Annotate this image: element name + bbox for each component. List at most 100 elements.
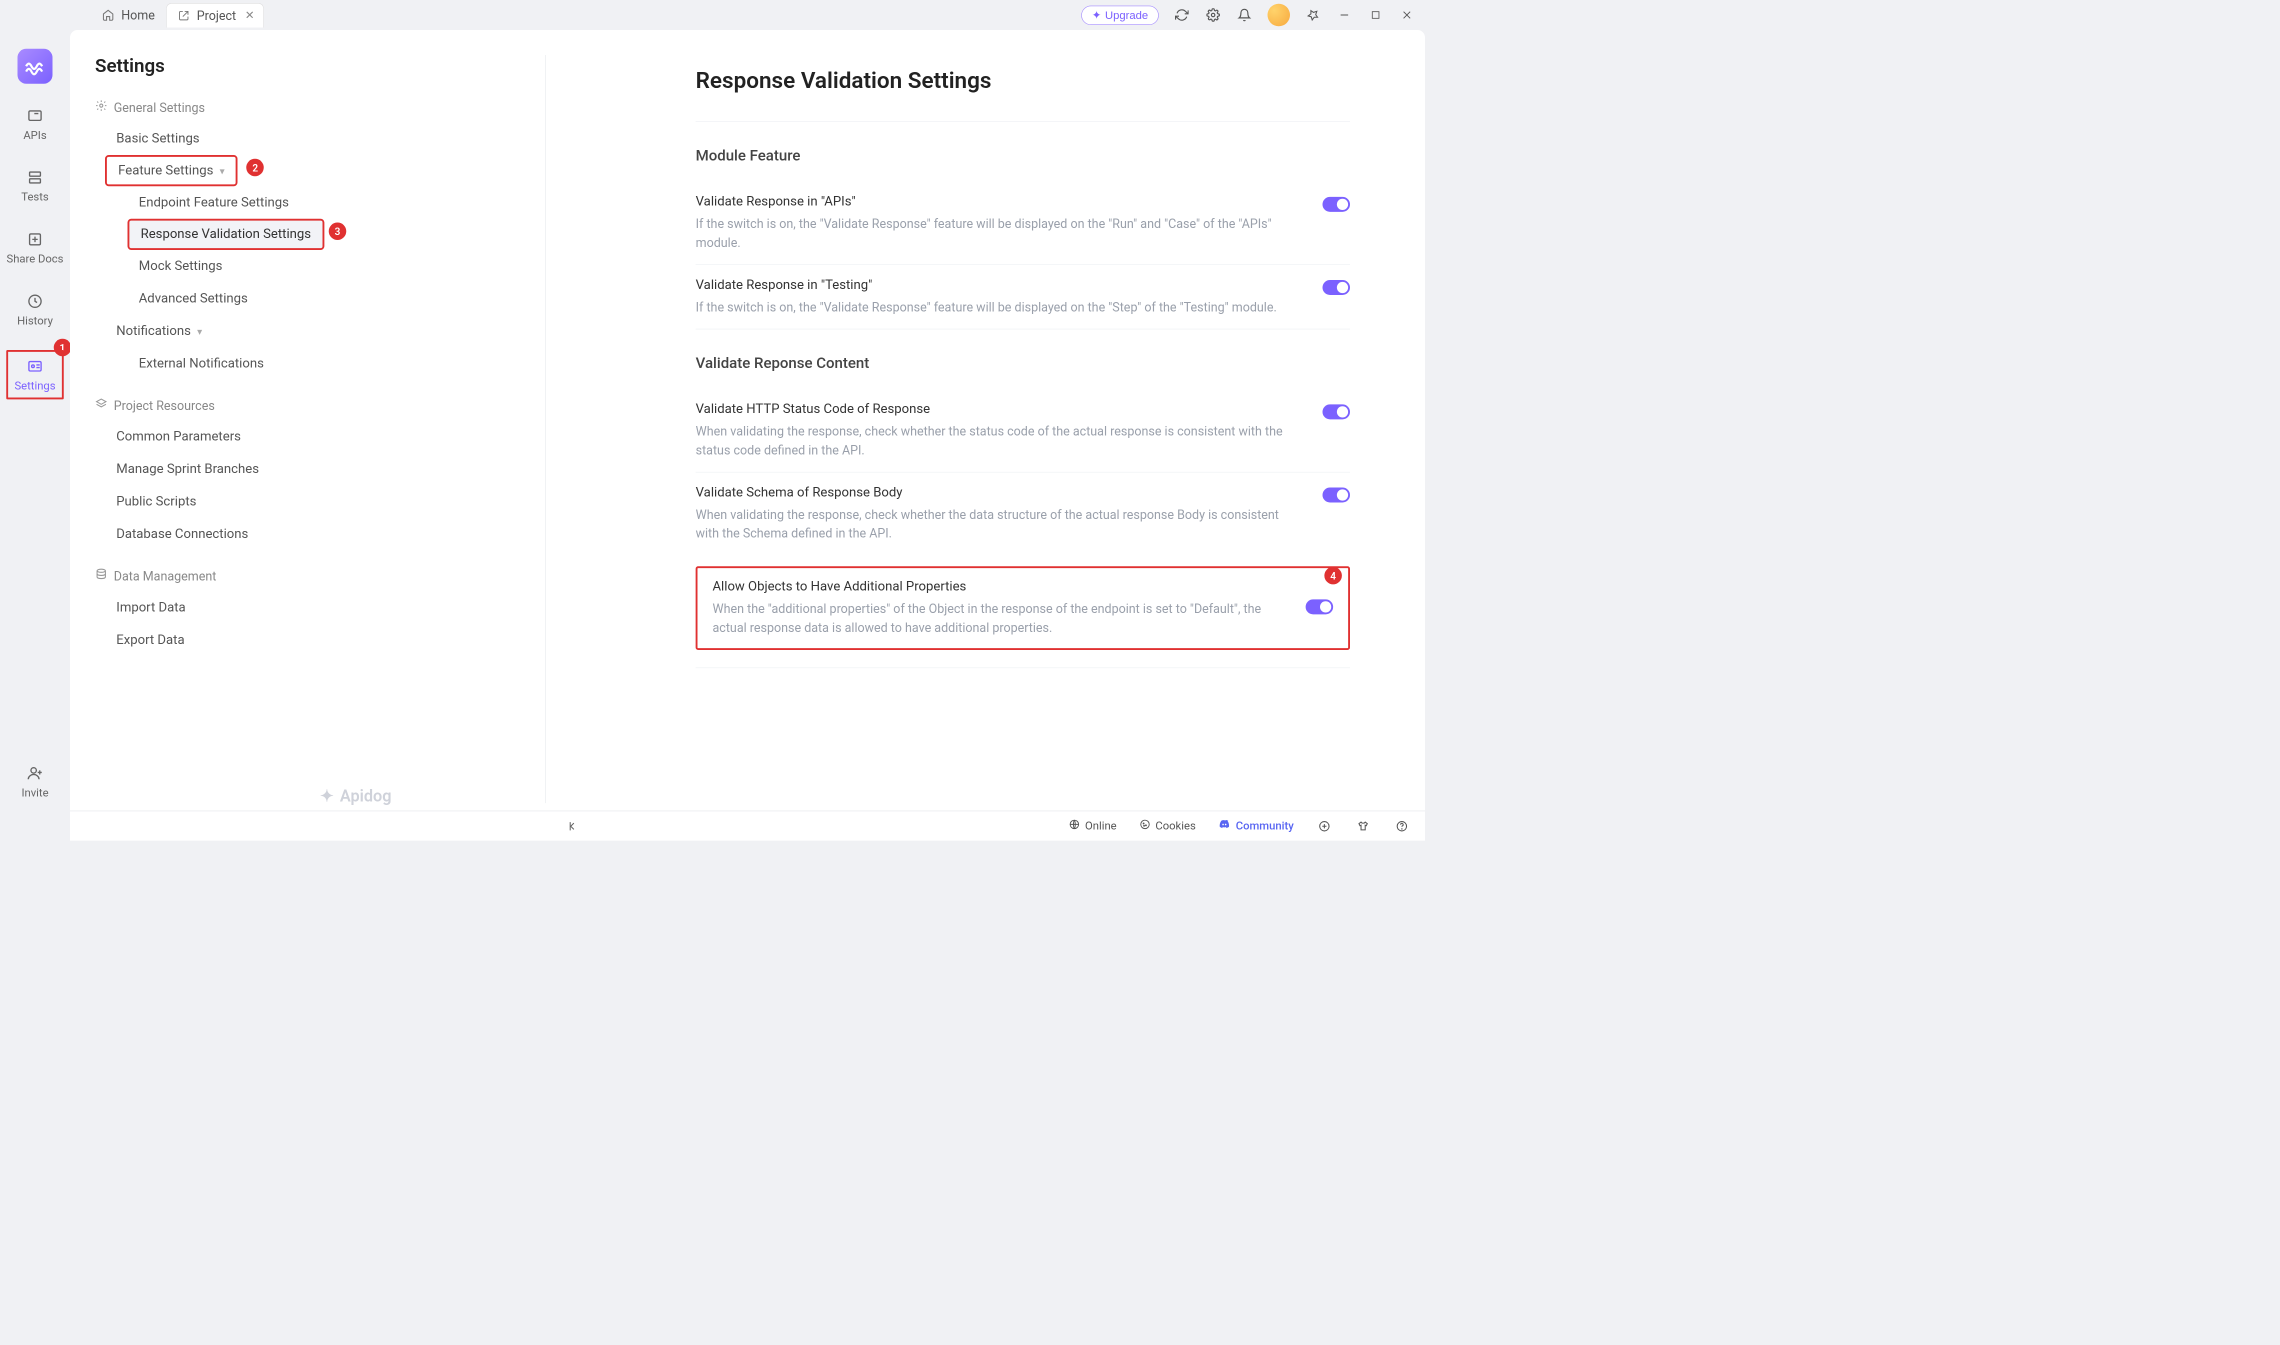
item-db-connections-label: Database Connections — [116, 527, 248, 542]
nav-tests[interactable]: Tests — [19, 164, 51, 207]
main-card: Settings General Settings Basic Settings… — [70, 30, 1425, 841]
pin-icon[interactable] — [1305, 7, 1321, 23]
settings-title: Settings — [95, 55, 545, 77]
item-sprint-branches[interactable]: Manage Sprint Branches — [95, 453, 545, 486]
badge-3: 3 — [329, 223, 347, 241]
status-online[interactable]: Online — [1069, 819, 1117, 833]
nav-history[interactable]: History — [15, 288, 56, 331]
section-general-label: General Settings — [114, 100, 205, 115]
topbar: Home Project ✕ ✦ Upgrade — [0, 0, 1425, 30]
upgrade-button[interactable]: ✦ Upgrade — [1081, 5, 1159, 24]
row-validate-testing-label: Validate Response in "Testing" — [696, 278, 1298, 293]
item-export-data-label: Export Data — [116, 633, 184, 648]
bell-icon[interactable] — [1236, 7, 1252, 23]
nav-settings-label: Settings — [14, 379, 55, 392]
statusbar: Online Cookies Community — [70, 811, 1425, 841]
row-allow-additional: Allow Objects to Have Additional Propert… — [713, 579, 1334, 637]
badge-4: 4 — [1324, 567, 1342, 585]
item-import-data-label: Import Data — [116, 600, 185, 615]
item-external-notifications-label: External Notifications — [139, 356, 264, 371]
item-export-data[interactable]: Export Data — [95, 624, 545, 657]
item-public-scripts[interactable]: Public Scripts — [95, 486, 545, 519]
help-icon[interactable] — [1394, 818, 1410, 834]
toggle-validate-schema[interactable] — [1323, 488, 1351, 503]
sparkle-icon: ✦ — [1092, 8, 1101, 21]
database-icon — [95, 568, 108, 584]
api-icon — [26, 106, 45, 125]
nav-invite[interactable]: Invite — [19, 760, 51, 803]
item-feature-label: Feature Settings — [118, 163, 213, 178]
item-db-connections[interactable]: Database Connections — [95, 518, 545, 551]
cookie-icon — [1139, 819, 1150, 833]
upgrade-label: Upgrade — [1105, 8, 1148, 21]
app-logo[interactable] — [18, 49, 53, 84]
settings-nav-icon — [26, 357, 45, 376]
toggle-allow-additional[interactable] — [1306, 599, 1334, 614]
row-validate-status: Validate HTTP Status Code of Response Wh… — [696, 389, 1350, 472]
settings-sidebar: Settings General Settings Basic Settings… — [70, 30, 545, 841]
toggle-validate-apis[interactable] — [1323, 197, 1351, 212]
item-mock[interactable]: Mock Settings — [95, 250, 545, 283]
maximize-icon[interactable] — [1368, 7, 1384, 23]
tests-icon — [26, 168, 45, 187]
item-basic-label: Basic Settings — [116, 131, 199, 146]
status-cookies[interactable]: Cookies — [1139, 819, 1196, 833]
item-common-params-label: Common Parameters — [116, 429, 241, 444]
item-external-notifications[interactable]: External Notifications — [95, 348, 545, 381]
gear-icon[interactable] — [1205, 7, 1221, 23]
plus-circle-icon[interactable] — [1316, 818, 1332, 834]
external-icon — [176, 7, 192, 23]
item-notifications[interactable]: Notifications ▾ — [95, 315, 545, 348]
item-public-scripts-label: Public Scripts — [116, 494, 196, 509]
row-validate-apis-desc: If the switch is on, the "Validate Respo… — [696, 214, 1298, 252]
item-common-params[interactable]: Common Parameters — [95, 421, 545, 454]
section-general: General Settings — [95, 99, 545, 115]
section-data-mgmt-label: Data Management — [114, 568, 217, 583]
nav-apis[interactable]: APIs — [21, 103, 49, 146]
section-validate-content: Validate Reponse Content — [696, 354, 1350, 372]
item-mock-label: Mock Settings — [139, 259, 223, 274]
close-icon[interactable]: ✕ — [245, 9, 254, 22]
item-advanced[interactable]: Advanced Settings — [95, 283, 545, 316]
status-online-label: Online — [1085, 819, 1117, 832]
tab-home-label: Home — [121, 8, 155, 23]
minimize-icon[interactable] — [1336, 7, 1352, 23]
row-validate-testing: Validate Response in "Testing" If the sw… — [696, 265, 1350, 329]
nav-settings[interactable]: Settings — [6, 350, 63, 399]
nav-invite-label: Invite — [21, 786, 48, 799]
badge-2: 2 — [246, 159, 264, 177]
refresh-icon[interactable] — [1174, 7, 1190, 23]
window-close-icon[interactable] — [1399, 7, 1415, 23]
item-sprint-branches-label: Manage Sprint Branches — [116, 462, 259, 477]
collapse-left-icon[interactable] — [566, 818, 582, 834]
row-allow-additional-label: Allow Objects to Have Additional Propert… — [713, 579, 1281, 594]
divider — [696, 121, 1350, 122]
nav-share-docs[interactable]: Share Docs — [4, 226, 66, 269]
top-right: ✦ Upgrade — [1081, 4, 1415, 27]
leftbar: APIs Tests Share Docs History 1 — [0, 30, 70, 841]
row-allow-additional-desc: When the "additional properties" of the … — [713, 599, 1281, 637]
section-resources-label: Project Resources — [114, 398, 215, 413]
tab-project-label: Project — [197, 8, 236, 23]
layers-icon — [95, 398, 108, 414]
invite-icon — [26, 764, 45, 783]
tab-home[interactable]: Home — [91, 3, 163, 27]
item-feature[interactable]: Feature Settings ▾ — [105, 155, 238, 186]
row-validate-schema-label: Validate Schema of Response Body — [696, 485, 1298, 500]
tab-project[interactable]: Project ✕ — [166, 3, 264, 27]
item-response-validation-label: Response Validation Settings — [141, 227, 311, 242]
toggle-validate-status[interactable] — [1323, 404, 1351, 419]
row-validate-status-desc: When validating the response, check whet… — [696, 422, 1298, 460]
shirt-icon[interactable] — [1355, 818, 1371, 834]
divider — [696, 668, 1350, 669]
toggle-validate-testing[interactable] — [1323, 280, 1351, 295]
item-import-data[interactable]: Import Data — [95, 591, 545, 624]
nav-tests-label: Tests — [21, 191, 48, 204]
row-validate-schema-desc: When validating the response, check whet… — [696, 505, 1298, 543]
item-endpoint-feature[interactable]: Endpoint Feature Settings — [95, 186, 545, 219]
item-basic[interactable]: Basic Settings — [95, 123, 545, 156]
status-community[interactable]: Community — [1218, 818, 1293, 834]
brand-footer: ✦ Apidog — [320, 787, 391, 806]
avatar[interactable] — [1268, 4, 1291, 27]
item-response-validation[interactable]: Response Validation Settings — [128, 219, 325, 250]
